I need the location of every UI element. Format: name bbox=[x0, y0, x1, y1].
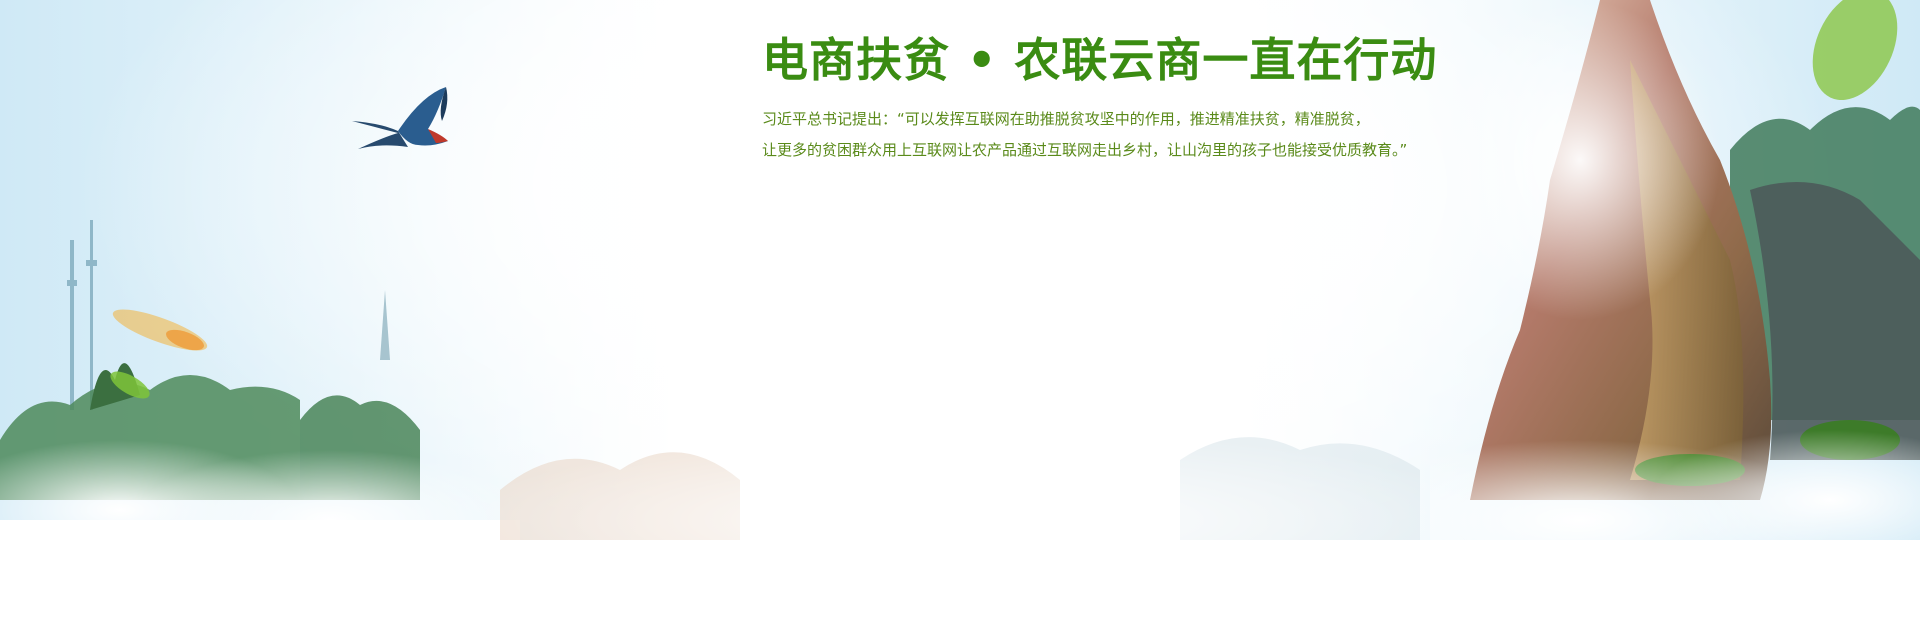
headline-block: 电商扶贫 • 农联云商一直在行动 习近平总书记提出：“可以发挥互联网在助推脱贫攻… bbox=[762, 28, 1662, 166]
quote-line-1: 习近平总书记提出：“可以发挥互联网在助推脱贫攻坚中的作用，推进精准扶贫，精准脱贫… bbox=[762, 110, 1370, 128]
quote-line-2: 让更多的贫困群众用上互联网让农产品通过互联网走出乡村，让山沟里的孩子也能接受优质… bbox=[762, 141, 1408, 159]
page-title: 电商扶贫 • 农联云商一直在行动 bbox=[762, 33, 1438, 87]
swallow-icon bbox=[352, 87, 448, 149]
left-scenery bbox=[0, 220, 520, 621]
quote-text: 习近平总书记提出：“可以发挥互联网在助推脱贫攻坚中的作用，推进精准扶贫，精准脱贫… bbox=[762, 104, 1662, 166]
center-scenery bbox=[480, 430, 1480, 621]
hero-banner: 电商扶贫 • 农联云商一直在行动 习近平总书记提出：“可以发挥互联网在助推脱贫攻… bbox=[0, 0, 1920, 621]
